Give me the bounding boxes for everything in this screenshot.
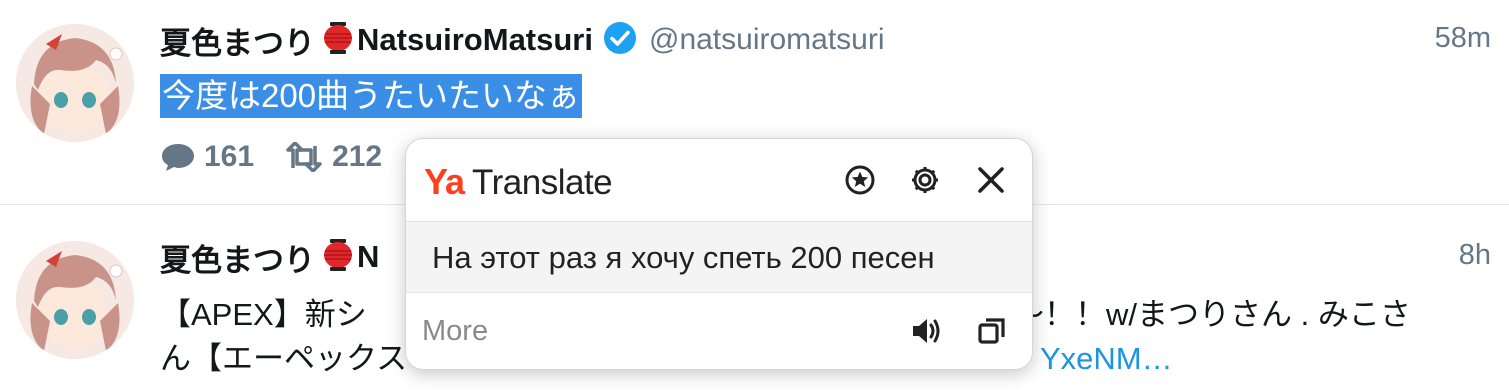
- brand-name: Translate: [472, 163, 613, 202]
- avatar[interactable]: [16, 241, 134, 359]
- tweet-header: 夏色まつり N: [160, 235, 379, 280]
- speaker-icon[interactable]: [908, 313, 944, 349]
- favorite-icon[interactable]: [843, 163, 877, 197]
- tweet-header: 夏色まつり NatsuiroMatsuri @natsuiromatsuri: [160, 18, 885, 63]
- display-name[interactable]: 夏色まつり: [160, 18, 315, 63]
- translate-popup-footer: More: [406, 293, 1032, 369]
- lantern-icon: [321, 238, 355, 277]
- reply-count: 161: [204, 140, 255, 173]
- translate-popup-header: Ya Translate: [406, 139, 1032, 222]
- translation-area: На этот раз я хочу спеть 200 песен: [406, 222, 1032, 293]
- display-name[interactable]: 夏色まつり: [160, 235, 315, 280]
- tweet-actions: 161 212: [160, 140, 412, 174]
- lantern-icon: [321, 21, 355, 60]
- copy-icon[interactable]: [974, 313, 1010, 349]
- brand-ya: Ya: [424, 161, 465, 202]
- reply-button[interactable]: 161: [160, 140, 254, 174]
- display-name-suffix[interactable]: N: [357, 239, 379, 275]
- tweet-text-segment: ん【エーペックス: [160, 341, 408, 376]
- verified-badge-icon: [603, 21, 637, 60]
- tweet-text-segment: 【APEX】新シ: [160, 297, 367, 332]
- timestamp[interactable]: 58m: [1435, 22, 1491, 55]
- display-name-suffix[interactable]: NatsuiroMatsuri: [357, 22, 593, 58]
- tweet-text: 今度は200曲うたいたいなぁ: [160, 74, 583, 118]
- tweet-text-segment: 〜！！w/まつりさん . みこさ: [1013, 297, 1411, 332]
- reply-icon: [162, 144, 194, 171]
- translate-logo: Ya Translate: [424, 161, 613, 203]
- close-icon[interactable]: [974, 163, 1008, 197]
- translate-popup: Ya Translate На этот раз я хочу спеть 20…: [405, 138, 1033, 370]
- retweet-icon: [286, 142, 322, 172]
- timestamp[interactable]: 8h: [1459, 239, 1491, 272]
- avatar[interactable]: [16, 24, 134, 142]
- tweet-link[interactable]: YxeNM…: [1040, 337, 1173, 381]
- translation-text: На этот раз я хочу спеть 200 песен: [432, 240, 935, 275]
- retweet-button[interactable]: 212: [284, 140, 382, 174]
- handle[interactable]: @natsuiromatsuri: [649, 23, 885, 57]
- more-link[interactable]: More: [422, 315, 488, 348]
- settings-icon[interactable]: [908, 163, 942, 197]
- retweet-count: 212: [332, 140, 383, 173]
